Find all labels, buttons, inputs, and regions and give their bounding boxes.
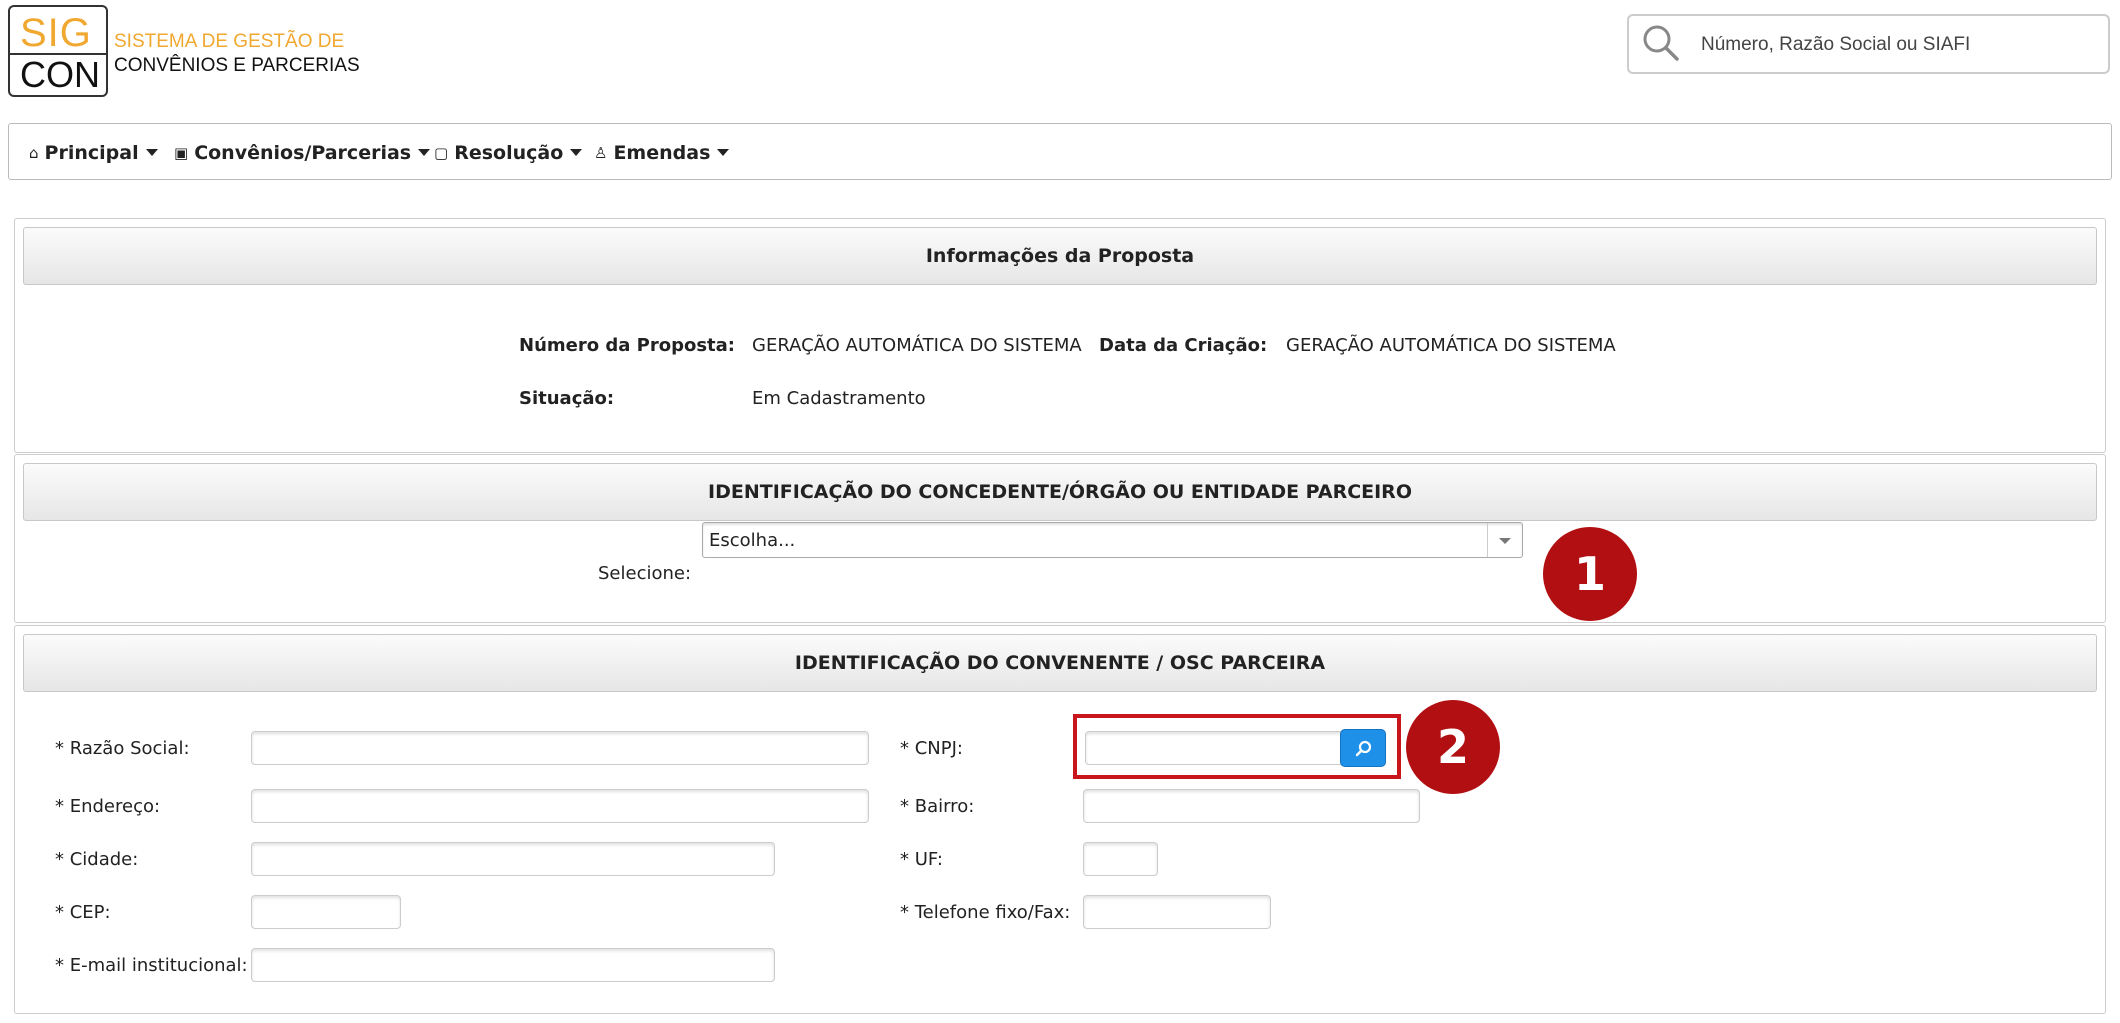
logo-text-top: SIG bbox=[20, 11, 92, 55]
razao-social-input[interactable] bbox=[251, 731, 869, 765]
numero-proposta-label: Número da Proposta: bbox=[519, 335, 735, 356]
nav-principal-label: Principal bbox=[44, 141, 139, 164]
nav-principal[interactable]: ⌂ Principal bbox=[29, 124, 158, 181]
cnpj-label: * CNPJ: bbox=[900, 738, 963, 759]
caret-down-icon bbox=[570, 149, 583, 156]
concedente-select-value: Escolha... bbox=[709, 530, 796, 551]
nav-convenios[interactable]: ▣ Convênios/Parcerias bbox=[174, 124, 431, 181]
cnpj-highlight-box bbox=[1073, 714, 1401, 779]
cidade-input[interactable] bbox=[251, 842, 775, 876]
global-search[interactable] bbox=[1627, 14, 2110, 74]
concedente-panel: IDENTIFICAÇÃO DO CONCEDENTE/ÓRGÃO OU ENT… bbox=[14, 454, 2106, 623]
nav-emendas-label: Emendas bbox=[613, 141, 711, 164]
data-criacao-label: Data da Criação: bbox=[1099, 335, 1268, 356]
proposta-header: Informações da Proposta bbox=[23, 227, 2097, 285]
home-icon: ⌂ bbox=[29, 143, 39, 162]
proposta-panel: Informações da Proposta Número da Propos… bbox=[14, 218, 2106, 453]
caret-down-icon bbox=[418, 149, 431, 156]
brand-line-1: SISTEMA DE GESTÃO DE bbox=[114, 31, 345, 52]
nav-convenios-label: Convênios/Parcerias bbox=[194, 141, 412, 164]
concedente-header: IDENTIFICAÇÃO DO CONCEDENTE/ÓRGÃO OU ENT… bbox=[23, 463, 2097, 521]
concedente-select[interactable]: Escolha... bbox=[702, 522, 1523, 558]
email-label: * E-mail institucional: bbox=[55, 955, 248, 976]
cep-input[interactable] bbox=[251, 895, 401, 929]
bairro-label: * Bairro: bbox=[900, 796, 975, 817]
caret-down-icon bbox=[145, 149, 158, 156]
uf-input[interactable] bbox=[1083, 842, 1158, 876]
situacao-label: Situação: bbox=[519, 388, 615, 409]
convenente-panel: IDENTIFICAÇÃO DO CONVENENTE / OSC PARCEI… bbox=[14, 625, 2106, 1014]
convenente-header: IDENTIFICAÇÃO DO CONVENENTE / OSC PARCEI… bbox=[23, 634, 2097, 692]
search-icon[interactable] bbox=[1639, 22, 1683, 66]
nav-resolucao[interactable]: ▢ Resolução bbox=[434, 124, 583, 181]
bairro-input[interactable] bbox=[1083, 789, 1420, 823]
razao-social-label: * Razão Social: bbox=[55, 738, 190, 759]
numero-proposta-value: GERAÇÃO AUTOMÁTICA DO SISTEMA bbox=[752, 335, 1082, 356]
nav-emendas[interactable]: ♙ Emendas bbox=[594, 124, 730, 181]
email-input[interactable] bbox=[251, 948, 775, 982]
brand-name: SISTEMA DE GESTÃO DE CONVÊNIOS E PARCERI… bbox=[114, 30, 360, 78]
main-navbar: ⌂ Principal ▣ Convênios/Parcerias ▢ Reso… bbox=[8, 123, 2112, 180]
handshake-icon: ▣ bbox=[174, 143, 189, 162]
user-icon: ♙ bbox=[594, 143, 608, 162]
document-icon: ▢ bbox=[434, 143, 449, 162]
nav-resolucao-label: Resolução bbox=[454, 141, 564, 164]
endereco-input[interactable] bbox=[251, 789, 869, 823]
step-marker-2: 2 bbox=[1406, 700, 1500, 794]
logo-text-bottom: CON bbox=[20, 54, 100, 95]
uf-label: * UF: bbox=[900, 849, 943, 870]
telefone-label: * Telefone fixo/Fax: bbox=[900, 902, 1071, 923]
select-arrow-icon[interactable] bbox=[1487, 523, 1522, 557]
data-criacao-value: GERAÇÃO AUTOMÁTICA DO SISTEMA bbox=[1286, 335, 1616, 356]
search-input[interactable] bbox=[1699, 26, 2093, 64]
selecione-label: Selecione: bbox=[598, 563, 692, 584]
endereco-label: * Endereço: bbox=[55, 796, 161, 817]
situacao-value: Em Cadastramento bbox=[752, 388, 926, 409]
cidade-label: * Cidade: bbox=[55, 849, 139, 870]
step-marker-1: 1 bbox=[1543, 527, 1637, 621]
telefone-input[interactable] bbox=[1083, 895, 1271, 929]
sigcon-logo[interactable]: SIG CON bbox=[8, 5, 108, 97]
caret-down-icon bbox=[717, 149, 730, 156]
cep-label: * CEP: bbox=[55, 902, 111, 923]
brand-line-2: CONVÊNIOS E PARCERIAS bbox=[114, 55, 360, 76]
